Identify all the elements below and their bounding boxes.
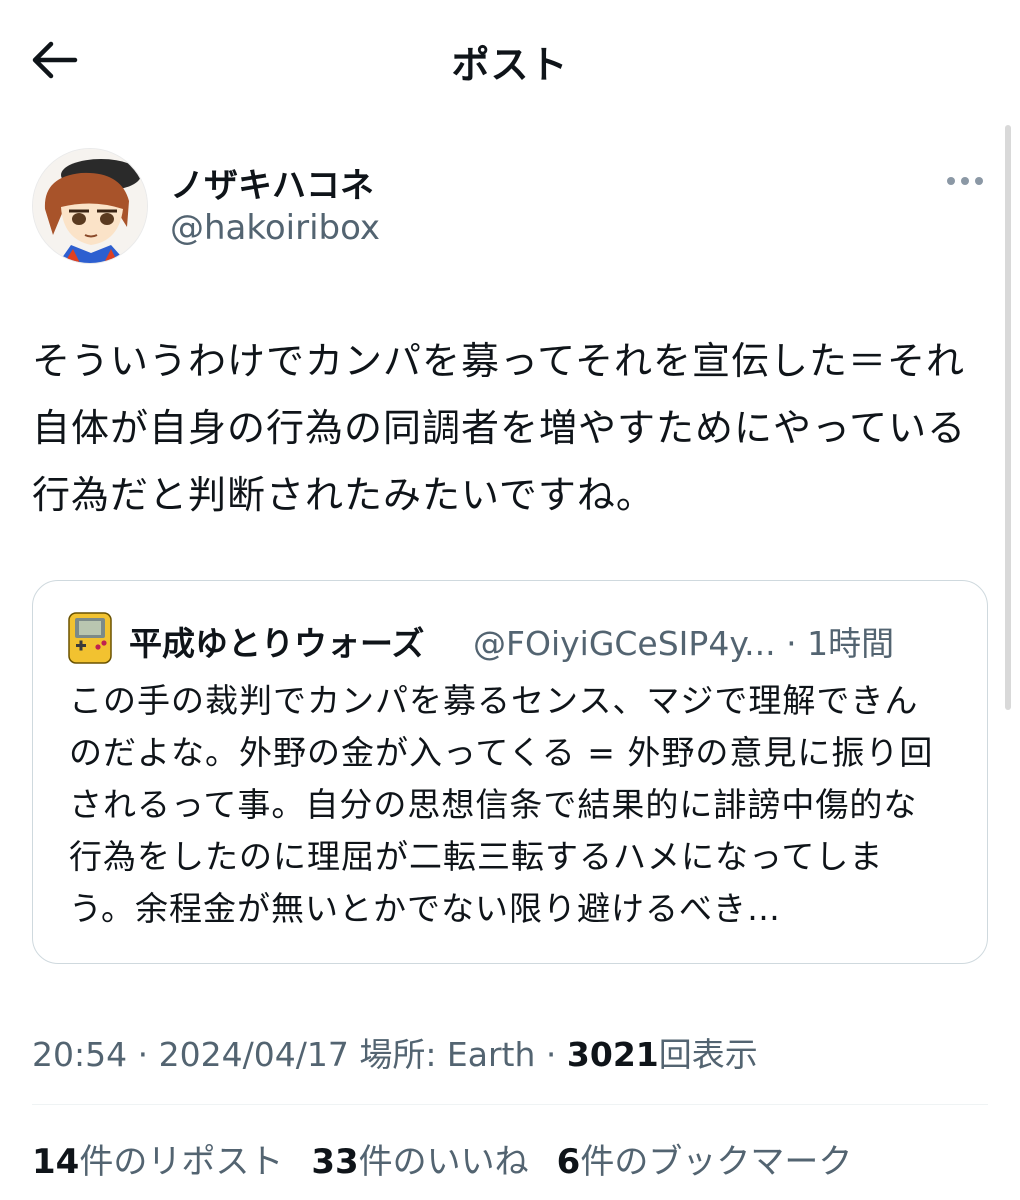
quoted-post-card[interactable]: 平成ゆとりウォーズ @FOiyiGCeSIP4y... · 1時間 この手の裁判…	[32, 580, 988, 964]
reposts-label: 件のリポスト	[79, 1142, 284, 1182]
likes-count: 33	[311, 1142, 359, 1182]
reposts-count: 14	[32, 1142, 80, 1182]
separator-dot: ·	[545, 1035, 557, 1074]
user-avatar-icon	[33, 149, 147, 263]
more-options-button[interactable]	[940, 166, 990, 196]
scrollbar[interactable]	[1005, 125, 1011, 710]
bookmarks-label: 件のブックマーク	[580, 1142, 853, 1182]
quoted-meta: @FOiyiGCeSIP4y... · 1時間	[473, 617, 894, 665]
engagement-stats: 14件のリポスト 33件のいいね 6件のブックマーク	[32, 1134, 852, 1183]
divider	[32, 1104, 988, 1105]
post-meta: 20:54 · 2024/04/17 場所: Earth · 3021回表示	[32, 1028, 758, 1076]
quoted-author-name[interactable]: 平成ゆとりウォーズ	[129, 617, 424, 665]
views-label: 回表示	[658, 1035, 758, 1074]
quoted-avatar[interactable]	[67, 611, 113, 665]
views-count: 3021	[566, 1035, 659, 1074]
more-horizontal-icon	[947, 177, 983, 185]
bookmarks-stat[interactable]: 6件のブックマーク	[557, 1134, 853, 1183]
post-page: ポスト ノザキハコネ @hakoiribox そういうわけでカンパを募ってそれを…	[0, 0, 1020, 1200]
post-date[interactable]: 2024/04/17	[159, 1035, 349, 1074]
page-title: ポスト	[451, 43, 569, 87]
post-time[interactable]: 20:54	[32, 1035, 127, 1074]
quoted-author-handle[interactable]: @FOiyiGCeSIP4y...	[473, 624, 776, 663]
quoted-text: この手の裁判でカンパを募るセンス、マジで理解できんのだよな。外野の金が入ってくる…	[69, 681, 934, 928]
likes-stat[interactable]: 33件のいいね	[311, 1134, 528, 1183]
bookmarks-count: 6	[556, 1142, 581, 1182]
post-text: そういうわけでカンパを募ってそれを宣伝した＝それ自体が自身の行為の同調者を増やす…	[32, 339, 967, 517]
post-location: 場所: Earth	[359, 1035, 536, 1074]
author-handle[interactable]: @hakoiribox	[170, 208, 380, 248]
game-console-icon	[68, 612, 112, 664]
top-bar: ポスト	[0, 0, 1020, 120]
quoted-time[interactable]: 1時間	[807, 624, 894, 663]
likes-label: 件のいいね	[358, 1142, 529, 1182]
author-avatar[interactable]	[32, 148, 148, 264]
author-name[interactable]: ノザキハコネ	[170, 158, 374, 207]
separator-dot: ·	[137, 1035, 149, 1074]
reposts-stat[interactable]: 14件のリポスト	[32, 1134, 283, 1183]
separator-dot: ·	[786, 624, 797, 663]
